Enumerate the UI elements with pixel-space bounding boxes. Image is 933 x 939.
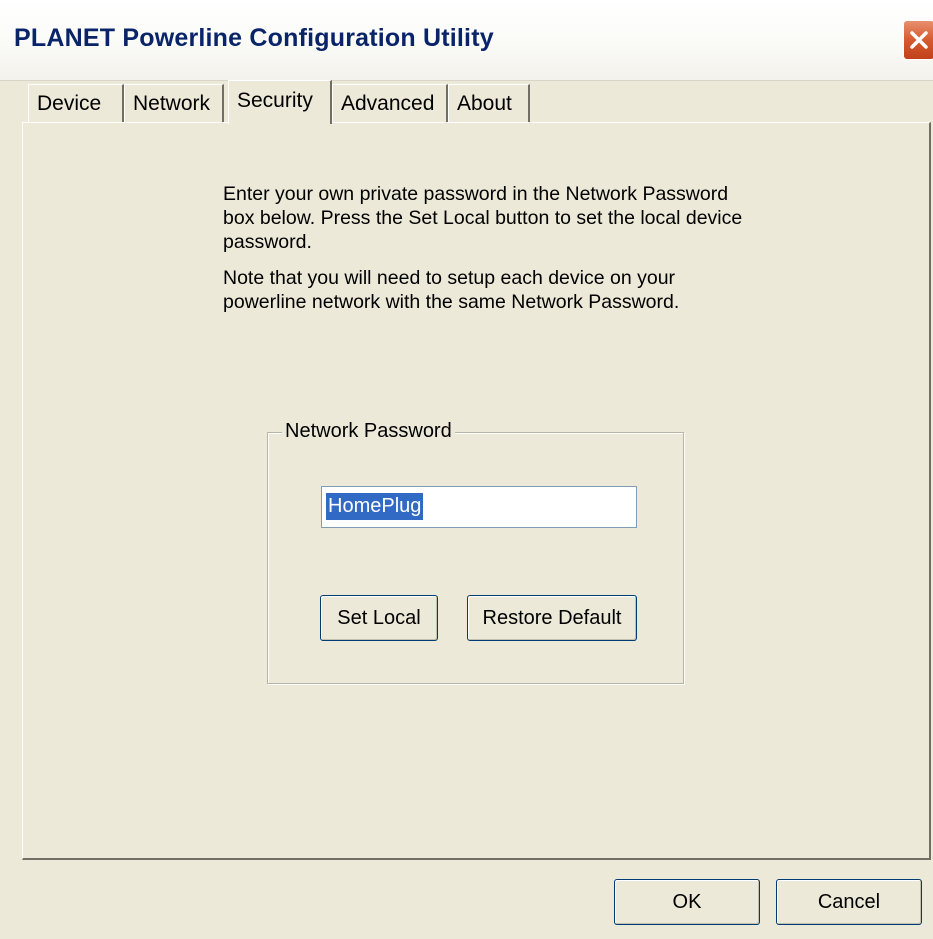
window-title: PLANET Powerline Configuration Utility: [14, 24, 494, 52]
password-value: HomePlug: [326, 493, 424, 520]
instruction-text-1: Enter your own private password in the N…: [223, 183, 743, 253]
tab-network[interactable]: Network: [124, 84, 224, 122]
tab-device[interactable]: Device: [28, 84, 124, 122]
config-window: PLANET Powerline Configuration Utility D…: [0, 0, 933, 939]
network-password-group: [267, 432, 684, 684]
restore-default-button[interactable]: Restore Default: [467, 595, 637, 641]
close-icon: [910, 31, 928, 49]
instructions: Enter your own private password in the N…: [223, 182, 743, 314]
tab-advanced[interactable]: Advanced: [332, 84, 448, 122]
set-local-button[interactable]: Set Local: [320, 595, 438, 641]
network-password-input[interactable]: HomePlug: [321, 486, 637, 528]
tab-security[interactable]: Security: [228, 80, 332, 124]
tab-about[interactable]: About: [448, 84, 530, 122]
group-label: Network Password: [282, 418, 455, 444]
ok-button[interactable]: OK: [614, 879, 760, 925]
instruction-text-2: Note that you will need to setup each de…: [223, 267, 680, 313]
close-button[interactable]: [903, 20, 933, 60]
cancel-button[interactable]: Cancel: [776, 879, 922, 925]
title-bar[interactable]: PLANET Powerline Configuration Utility: [0, 0, 933, 81]
